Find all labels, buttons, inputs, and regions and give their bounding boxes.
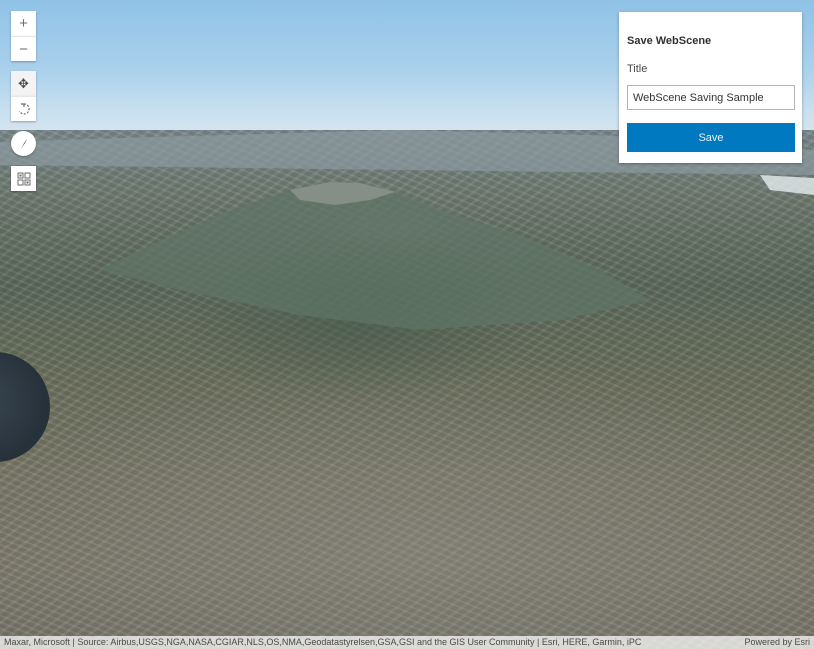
zoom-controls: + −: [11, 11, 36, 61]
view-widgets: + − ✥: [11, 11, 36, 191]
zoom-in-button[interactable]: +: [11, 11, 36, 36]
save-button[interactable]: Save: [627, 123, 795, 152]
save-webscene-panel: Save WebScene Title Save: [619, 12, 802, 163]
basemap-toggle-button[interactable]: [11, 166, 36, 191]
title-label: Title: [627, 63, 648, 75]
pan-button[interactable]: ✥: [11, 71, 36, 96]
rotate-button[interactable]: [11, 96, 36, 121]
zoom-out-button[interactable]: −: [11, 36, 36, 61]
rotate-icon: [18, 103, 30, 115]
plus-icon: +: [19, 15, 28, 32]
attribution-sources[interactable]: Maxar, Microsoft | Source: Airbus,USGS,N…: [4, 636, 641, 649]
title-input[interactable]: [627, 85, 795, 110]
powered-by-esri[interactable]: Powered by Esri: [744, 636, 810, 649]
attribution-bar: Maxar, Microsoft | Source: Airbus,USGS,N…: [0, 636, 814, 649]
panel-title: Save WebScene: [627, 35, 712, 47]
compass-button[interactable]: [11, 131, 36, 156]
compass-icon: [20, 138, 27, 149]
minus-icon: −: [19, 40, 28, 58]
pan-icon: ✥: [18, 75, 29, 91]
basemap-gallery-icon: [17, 172, 30, 185]
navigation-toggle: ✥: [11, 71, 36, 121]
